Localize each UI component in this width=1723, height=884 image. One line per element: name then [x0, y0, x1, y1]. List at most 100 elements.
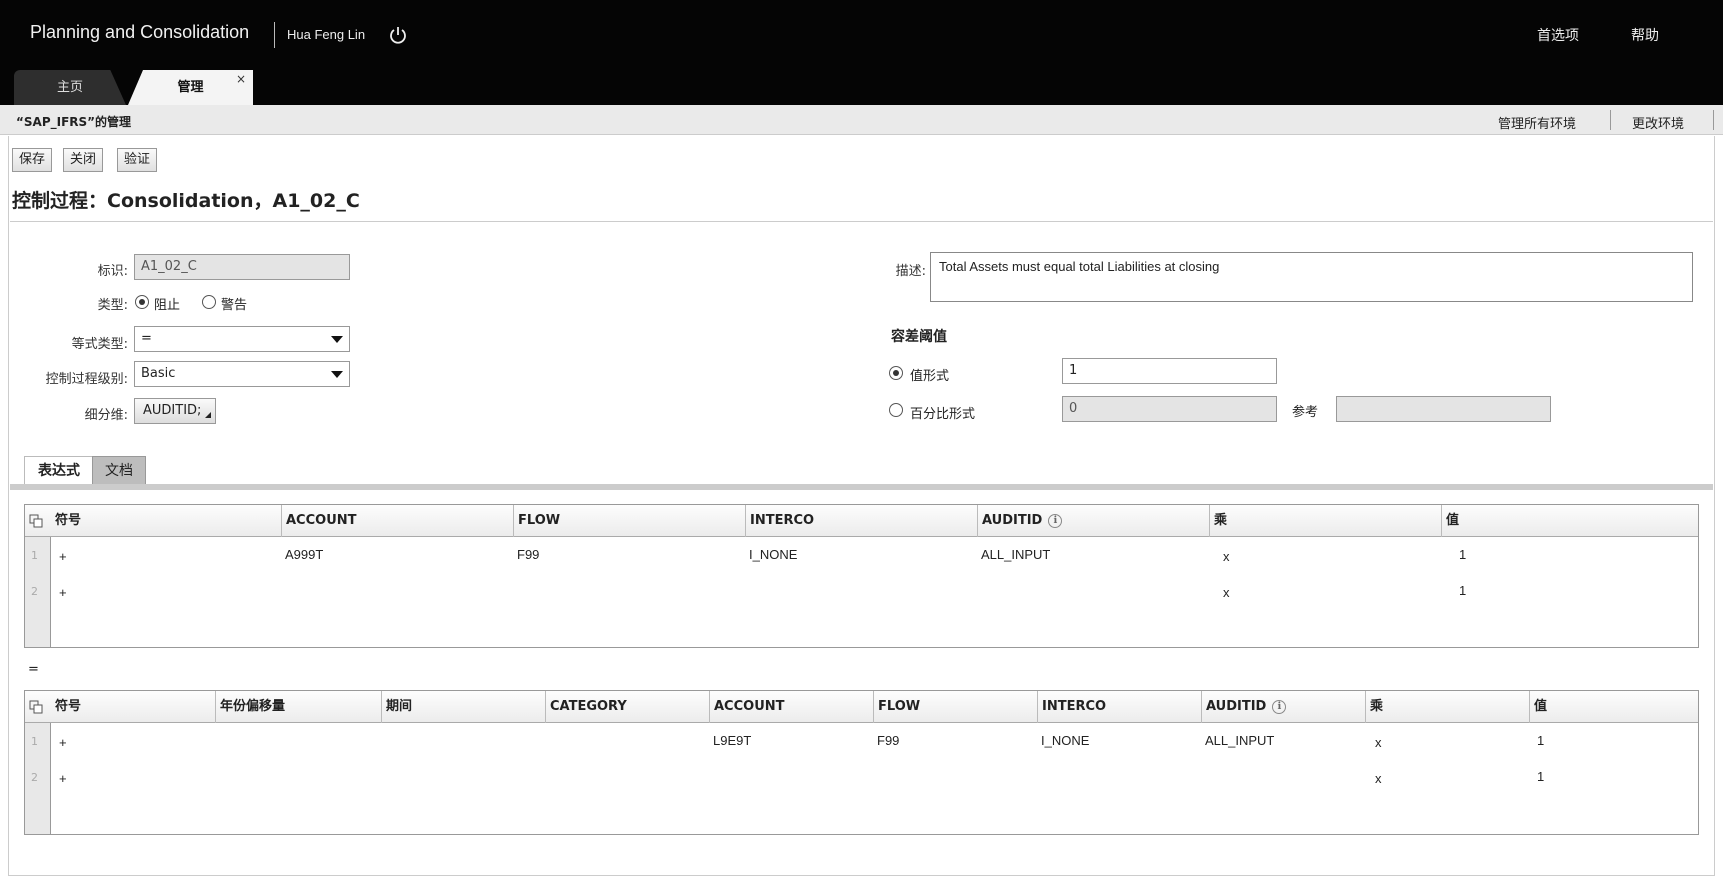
manage-all-environments-link[interactable]: 管理所有环境 — [1498, 113, 1576, 132]
close-button[interactable]: 关闭 — [63, 148, 104, 172]
col-flow: FLOW — [513, 505, 745, 537]
cell-sign[interactable]: + — [59, 585, 67, 600]
change-environment-link[interactable]: 更改环境 — [1632, 113, 1684, 132]
expression-table-right: 符号 年份偏移量 期间 CATEGORY ACCOUNT FLOW INTERC… — [24, 690, 1699, 835]
page-title: 控制过程：Consolidation，A1_02_C — [12, 190, 360, 212]
cell-value[interactable]: 1 — [1459, 547, 1466, 562]
row-number-column — [25, 723, 51, 834]
tab-home[interactable]: 主页 — [14, 70, 126, 105]
info-icon[interactable]: ℹ — [1272, 699, 1287, 714]
save-button[interactable]: 保存 — [12, 148, 53, 172]
col-period: 期间 — [381, 691, 545, 723]
col-flow: FLOW — [873, 691, 1037, 723]
cell-interco[interactable]: I_NONE — [1041, 733, 1089, 748]
expression-table-left: 符号 ACCOUNT FLOW INTERCO AUDITID ℹ 乘 值 1 +… — [24, 504, 1699, 648]
percent-form-radio[interactable] — [889, 403, 903, 417]
row-number-column — [25, 537, 51, 647]
col-interco: INTERCO — [745, 505, 977, 537]
col-sign: 符号 — [55, 513, 82, 528]
cell-auditid[interactable]: ALL_INPUT — [981, 547, 1050, 562]
cell-sign[interactable]: + — [59, 771, 67, 786]
col-interco: INTERCO — [1037, 691, 1201, 723]
dropdown-arrow-icon — [331, 371, 343, 378]
cell-sign[interactable]: + — [59, 735, 67, 750]
type-warn-label: 警告 — [221, 298, 248, 313]
link-separator — [1610, 110, 1611, 130]
description-textarea[interactable]: Total Assets must equal total Liabilitie… — [930, 252, 1693, 302]
cell-flow[interactable]: F99 — [877, 733, 899, 748]
cell-value[interactable]: 1 — [1537, 769, 1544, 784]
tab-admin[interactable]: 管理 — [128, 70, 253, 105]
type-block-label: 阻止 — [154, 298, 181, 313]
breakdown-button[interactable]: AUDITID; — [134, 398, 216, 424]
col-multiply: 乘 — [1365, 691, 1529, 723]
level-label: 控制过程级别: — [45, 372, 128, 387]
top-bar: Planning and Consolidation Hua Feng Lin … — [0, 0, 1723, 105]
table-header: 符号 ACCOUNT FLOW INTERCO AUDITID ℹ 乘 值 — [25, 505, 1698, 537]
tab-document[interactable]: 文档 — [92, 456, 146, 484]
copy-icon[interactable] — [29, 700, 43, 714]
level-select[interactable]: Basic — [134, 361, 350, 387]
divider — [10, 221, 1713, 222]
equation-type-value: = — [141, 331, 152, 346]
col-category: CATEGORY — [545, 691, 709, 723]
type-block-radio[interactable] — [135, 295, 149, 309]
col-value: 值 — [1529, 691, 1700, 723]
copy-icon[interactable] — [29, 514, 43, 528]
type-warn-radio[interactable] — [202, 295, 216, 309]
table-header: 符号 年份偏移量 期间 CATEGORY ACCOUNT FLOW INTERC… — [25, 691, 1698, 723]
cell-sign[interactable]: + — [59, 549, 67, 564]
row-number: 1 — [31, 549, 38, 562]
sub-header: “SAP_IFRS”的管理 管理所有环境 更改环境 — [0, 105, 1723, 135]
info-icon[interactable]: ℹ — [1048, 513, 1063, 528]
value-form-radio[interactable] — [889, 366, 903, 380]
cell-multiply[interactable]: x — [1223, 549, 1230, 564]
cell-multiply[interactable]: x — [1375, 771, 1382, 786]
cell-flow[interactable]: F99 — [517, 547, 539, 562]
user-name: Hua Feng Lin — [287, 27, 366, 42]
dropdown-arrow-icon — [331, 336, 343, 343]
corner-arrow-icon — [205, 412, 211, 418]
tolerance-title: 容差阈值 — [891, 329, 947, 345]
col-auditid: AUDITID ℹ — [977, 505, 1209, 537]
row-number: 2 — [31, 771, 38, 784]
value-form-label: 值形式 — [910, 369, 950, 384]
value-form-input[interactable]: 1 — [1062, 358, 1277, 384]
app-window: Planning and Consolidation Hua Feng Lin … — [0, 0, 1723, 884]
cell-account[interactable]: L9E9T — [713, 733, 751, 748]
level-value: Basic — [141, 366, 176, 381]
row-number: 1 — [31, 735, 38, 748]
col-account: ACCOUNT — [281, 505, 513, 537]
reference-input — [1336, 396, 1551, 422]
cell-account[interactable]: A999T — [285, 547, 323, 562]
tab-expression[interactable]: 表达式 — [24, 456, 94, 484]
percent-form-label: 百分比形式 — [910, 407, 976, 422]
breakdown-value: AUDITID; — [143, 403, 202, 418]
col-auditid-label: AUDITID — [982, 513, 1043, 528]
help-link[interactable]: 帮助 — [1631, 25, 1659, 45]
preferences-link[interactable]: 首选项 — [1537, 25, 1579, 45]
description-label: 描述: — [895, 264, 926, 279]
tab-close-icon[interactable]: × — [236, 72, 246, 86]
validate-button[interactable]: 验证 — [117, 148, 158, 172]
col-account: ACCOUNT — [709, 691, 873, 723]
row-number: 2 — [31, 585, 38, 598]
cell-multiply[interactable]: x — [1223, 585, 1230, 600]
cell-auditid[interactable]: ALL_INPUT — [1205, 733, 1274, 748]
equation-type-select[interactable]: = — [134, 326, 350, 352]
cell-interco[interactable]: I_NONE — [749, 547, 797, 562]
col-value: 值 — [1441, 505, 1700, 537]
power-icon[interactable] — [387, 24, 409, 46]
cell-value[interactable]: 1 — [1459, 583, 1466, 598]
breakdown-label: 细分维: — [84, 408, 128, 423]
equation-type-label: 等式类型: — [71, 337, 128, 352]
id-label: 标识: — [97, 264, 128, 279]
environment-title: “SAP_IFRS”的管理 — [16, 115, 132, 129]
reference-label: 参考 — [1292, 405, 1319, 420]
cell-value[interactable]: 1 — [1537, 733, 1544, 748]
cell-multiply[interactable]: x — [1375, 735, 1382, 750]
tab-strip — [10, 484, 1713, 490]
equals-sign: = — [28, 662, 39, 677]
percent-form-input: 0 — [1062, 396, 1277, 422]
link-separator — [1713, 110, 1714, 130]
